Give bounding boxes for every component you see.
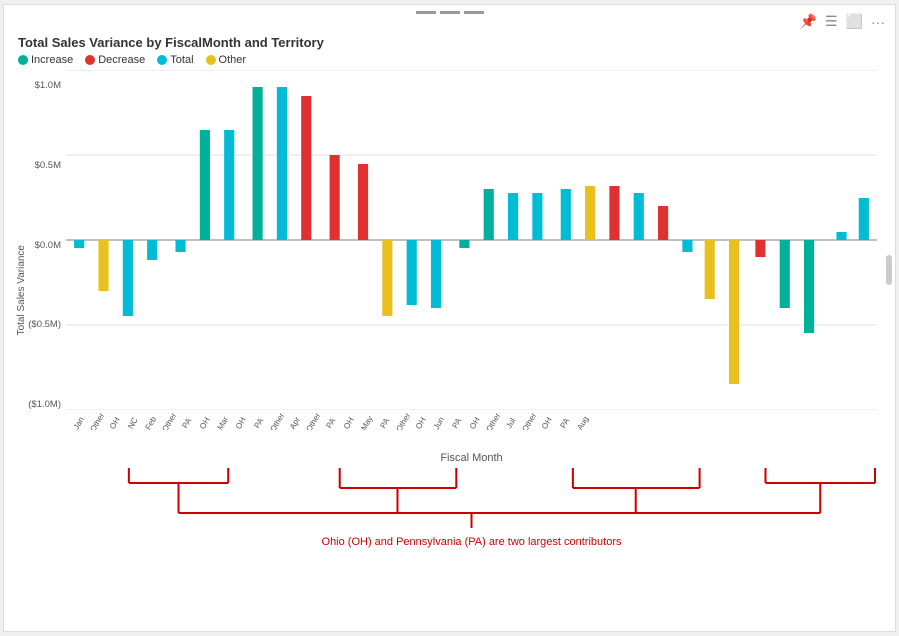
expand-icon[interactable]: ⬜ — [846, 13, 863, 30]
x-label-oh4: OH — [341, 413, 358, 430]
x-label-oh6: OH — [467, 413, 484, 430]
x-label-pa2: PA — [251, 413, 268, 430]
x-label-jan: Jan — [71, 413, 88, 430]
legend-decrease-label: Decrease — [98, 54, 145, 66]
x-label-oh5: OH — [413, 413, 430, 430]
pin-icon[interactable]: 📌 — [800, 13, 817, 30]
main-card: 📌 ☰ ⬜ ··· Total Sales Variance by Fiscal… — [3, 4, 896, 632]
x-label-other4: Other — [305, 413, 322, 430]
x-label-other3: Other — [269, 413, 286, 430]
x-label-oh3: OH — [233, 413, 250, 430]
chart-title: Total Sales Variance by FiscalMonth and … — [18, 35, 885, 50]
legend-increase-label: Increase — [31, 54, 73, 66]
legend: Increase Decrease Total Other — [18, 54, 885, 66]
legend-total: Total — [157, 54, 193, 66]
x-label-jun: Jun — [431, 413, 448, 430]
annotation-text: Ohio (OH) and Pennsylvania (PA) are two … — [322, 536, 622, 548]
y-label-1M: $1.0M — [35, 80, 61, 91]
legend-other: Other — [206, 54, 247, 66]
x-label-other5: Other — [395, 413, 412, 430]
y-axis-label: Total Sales Variance — [16, 245, 27, 335]
x-label-other6: Other — [485, 413, 502, 430]
decrease-dot — [85, 55, 95, 65]
x-axis-title: Fiscal Month — [66, 452, 877, 464]
other-dot — [206, 55, 216, 65]
x-label-other2: Other — [161, 413, 178, 430]
x-label-other7: Other — [521, 413, 538, 430]
legend-other-label: Other — [219, 54, 247, 66]
y-label-neg-0-5M: ($0.5M) — [28, 319, 61, 330]
x-label-oh7: OH — [539, 413, 556, 430]
top-icons: 📌 ☰ ⬜ ··· — [800, 13, 885, 30]
x-label-apr: Apr — [287, 413, 304, 430]
x-label-pa4: PA — [377, 413, 394, 430]
x-label-feb: Feb — [143, 413, 160, 430]
drag-handle — [416, 11, 484, 14]
legend-decrease: Decrease — [85, 54, 145, 66]
x-label-pa3: PA — [323, 413, 340, 430]
x-label-pa1: PA — [179, 413, 196, 430]
x-label-oh2: OH — [197, 413, 214, 430]
scrollbar[interactable] — [886, 255, 892, 285]
x-label-pa5: PA — [449, 413, 466, 430]
x-label-may: May — [359, 413, 376, 430]
x-label-oh1: OH — [107, 413, 124, 430]
x-label-mar: Mar — [215, 413, 232, 430]
x-label-jul: Jul — [503, 413, 520, 430]
chart-svg — [66, 70, 877, 410]
filter-icon[interactable]: ☰ — [825, 13, 838, 30]
x-label-aug: Aug — [575, 413, 592, 430]
x-label-other1: Other — [89, 413, 106, 430]
y-label-neg-1M: ($1.0M) — [28, 399, 61, 410]
legend-total-label: Total — [170, 54, 193, 66]
y-label-0-5M: $0.5M — [35, 160, 61, 171]
increase-dot — [18, 55, 28, 65]
y-label-0M: $0.0M — [35, 240, 61, 251]
total-dot — [157, 55, 167, 65]
more-icon[interactable]: ··· — [871, 14, 885, 30]
x-label-pa6: PA — [557, 413, 574, 430]
x-label-nc: NC — [125, 413, 142, 430]
legend-increase: Increase — [18, 54, 73, 66]
